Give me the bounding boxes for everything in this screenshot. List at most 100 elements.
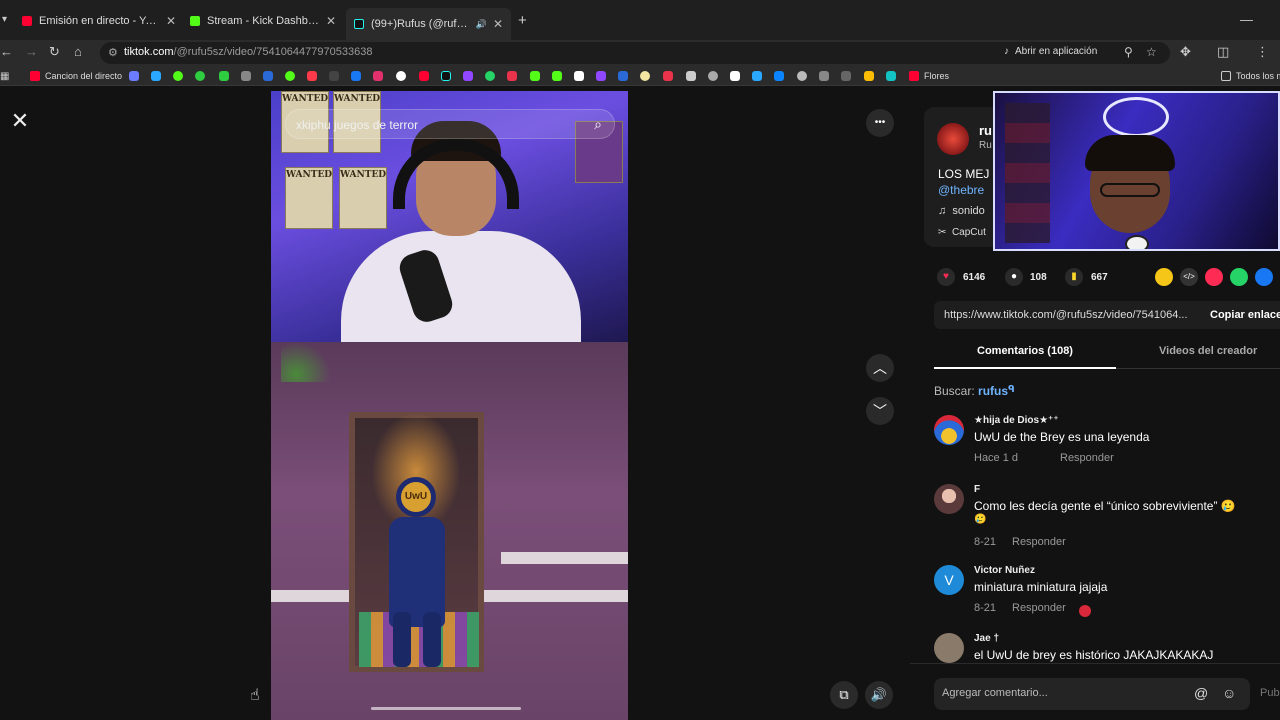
reply-button[interactable]: Responder [1012,602,1066,614]
bookmark-favicon-icon[interactable] [640,71,650,81]
extensions-icon[interactable]: ✥ [1180,44,1191,60]
video-search-bar[interactable]: xkiphu juegos de terror ⌕ [285,109,615,139]
tab-tiktok[interactable]: (99+)Rufus (@rufu5sz) | Tik 🔊 ✕ [346,8,511,40]
bookmark-favicon-icon[interactable] [530,71,540,81]
facebook-icon[interactable] [1255,268,1273,286]
close-video-button[interactable]: ✕ [8,109,32,133]
bookmark-favicon-icon[interactable] [129,71,139,81]
commenter-name[interactable]: F [974,484,980,495]
bookmark-favicon-icon[interactable] [574,71,584,81]
bookmark-favicon-icon[interactable] [596,71,606,81]
sound-link[interactable]: ♫ sonido [938,205,985,217]
bookmark-favicon-icon[interactable] [752,71,762,81]
tab-search-caret[interactable]: ▾ [2,14,7,25]
volume-button[interactable]: 🔊 [865,681,893,709]
author-avatar[interactable] [937,123,969,155]
commenter-avatar[interactable] [934,415,964,445]
bookmark-favicon-icon[interactable] [285,71,295,81]
bookmark-favicon-icon[interactable] [552,71,562,81]
next-video-button[interactable]: ﹀ [866,397,894,425]
bookmark-favicon-icon[interactable] [373,71,383,81]
tab-close-icon[interactable]: ✕ [326,14,336,28]
embed-icon[interactable]: </> [1180,268,1198,286]
commenter-name[interactable]: ★hija de Dios★⁺⁺ [974,415,1059,426]
commenter-avatar[interactable] [934,633,964,663]
bookmark-flores[interactable]: Flores [909,70,949,82]
bookmark-favicon-icon[interactable] [419,71,429,81]
bookmark-favicon-icon[interactable] [618,71,628,81]
site-info-icon[interactable]: ⚙ [108,46,118,59]
url-omnibox[interactable]: ⚙ tiktok.com/@rufu5sz/video/754106447797… [100,42,1170,64]
bookmark-favicon-icon[interactable] [686,71,696,81]
browser-menu-icon[interactable]: ⋮ [1256,44,1269,60]
author-name[interactable]: ru [979,123,992,138]
heart-icon[interactable]: ♥ [937,268,955,286]
mention-link[interactable]: @thebre [938,183,984,197]
pip-button[interactable]: ⧉ [830,681,858,709]
bookmark-favicon-icon[interactable] [864,71,874,81]
commenter-avatar[interactable]: V [934,565,964,595]
post-button[interactable]: Pub [1260,687,1280,699]
bookmark-favicon-icon[interactable] [774,71,784,81]
bookmark-favicon-icon[interactable] [730,71,740,81]
bookmark-favicon-icon[interactable] [329,71,339,81]
bookmark-favicon-icon[interactable] [507,71,517,81]
all-bookmarks-folder[interactable]: Todos los m [1221,70,1280,82]
url-text[interactable]: tiktok.com/@rufu5sz/video/75410644779705… [124,46,372,58]
tab-creator-videos[interactable]: Videos del creador [1159,345,1257,357]
forward-icon[interactable]: → [25,44,38,59]
video-link-box[interactable]: https://www.tiktok.com/@rufu5sz/video/75… [934,301,1204,329]
bookmark-favicon-icon[interactable] [886,71,896,81]
bookmark-favicon-icon[interactable] [708,71,718,81]
video-player[interactable]: WANTED WANTED WANTED WANTED xkiphu juego… [271,91,628,720]
whatsapp-icon[interactable] [1230,268,1248,286]
bookmark-favicon-icon[interactable] [441,71,451,81]
bookmark-favicon-icon[interactable] [351,71,361,81]
apps-icon[interactable]: ▦ [0,70,9,82]
coin-icon[interactable] [1155,268,1173,286]
bookmark-favicon-icon[interactable] [841,71,851,81]
commenter-avatar[interactable] [934,484,964,514]
send-icon[interactable] [1205,268,1223,286]
bookmark-favicon-icon[interactable] [195,71,205,81]
bookmark-cancion-del-directo[interactable]: Cancion del directo [30,70,122,82]
tab-youtube[interactable]: Emisión en directo - YouTube S ✕ [14,8,184,34]
home-icon[interactable]: ⌂ [74,44,82,59]
zoom-icon[interactable]: ⚲ [1124,45,1133,59]
commenter-name[interactable]: Victor Nuñez [974,565,1035,576]
split-view-icon[interactable]: ◫ [1217,44,1229,60]
copy-link-button[interactable]: Copiar enlace [1204,301,1280,329]
reload-icon[interactable]: ↻ [49,44,60,60]
bookmark-favicon-icon[interactable] [663,71,673,81]
reply-button[interactable]: Responder [1012,536,1066,548]
bookmark-icon[interactable]: ▮ [1065,268,1083,286]
bookmark-favicon-icon[interactable] [219,71,229,81]
capcut-link[interactable]: ✂ CapCut [938,227,986,238]
add-comment-input[interactable]: Agregar comentario... @ ☺ [934,678,1250,710]
back-icon[interactable]: ← [0,44,13,59]
bookmark-star-icon[interactable]: ☆ [1146,45,1157,59]
bookmark-favicon-icon[interactable] [396,71,406,81]
bookmark-favicon-icon[interactable] [485,71,495,81]
tab-kick[interactable]: Stream - Kick Dashboard ✕ [182,8,344,34]
video-progress-bar[interactable] [371,707,521,710]
tab-audio-icon[interactable]: 🔊 [476,19,487,30]
bookmark-favicon-icon[interactable] [263,71,273,81]
more-options-button[interactable]: ••• [866,109,894,137]
new-tab-button[interactable]: + [518,12,527,29]
reply-button[interactable]: Responder [1060,452,1114,464]
bookmark-favicon-icon[interactable] [797,71,807,81]
comment-search[interactable]: Buscar: rufusᑫ [934,384,1015,398]
bookmark-favicon-icon[interactable] [151,71,161,81]
bookmark-favicon-icon[interactable] [819,71,829,81]
bookmark-favicon-icon[interactable] [241,71,251,81]
bookmark-favicon-icon[interactable] [307,71,317,81]
tab-comments[interactable]: Comentarios (108) [977,345,1073,357]
commenter-name[interactable]: Jae † [974,633,999,644]
tab-close-icon[interactable]: ✕ [166,14,176,28]
comment-icon[interactable]: ● [1005,268,1023,286]
minimize-icon[interactable]: — [1240,12,1253,27]
bookmark-favicon-icon[interactable] [463,71,473,81]
emoji-icon[interactable]: ☺ [1222,685,1236,701]
bookmark-favicon-icon[interactable] [173,71,183,81]
